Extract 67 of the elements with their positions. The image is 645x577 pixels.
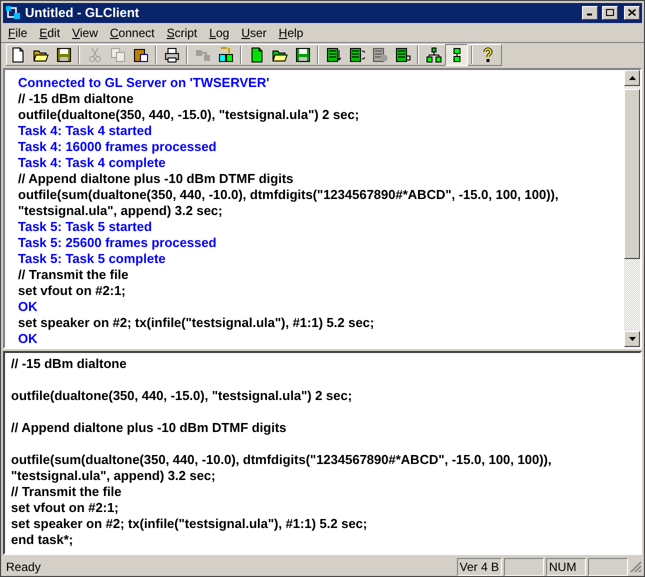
copy-icon xyxy=(110,46,126,63)
toolbar-button[interactable] xyxy=(445,44,468,66)
log-line: Task 4: Task 4 complete xyxy=(18,155,166,172)
log-line: Task 4: Task 4 started xyxy=(18,123,152,140)
status-pane xyxy=(504,558,544,576)
log-line: Task 4: 16000 frames processed xyxy=(18,139,216,156)
log-line: outfile(dualtone(350, 440, -15.0), "testsignal.ula") 2 sec; xyxy=(18,107,360,124)
log-line: // Append dialtone plus -10 dBm DTMF digits xyxy=(18,171,294,188)
status-pane: NUM xyxy=(546,558,586,576)
resize-grip-icon xyxy=(630,560,642,573)
log-line: // Transmit the file xyxy=(18,267,129,284)
minimize-button[interactable] xyxy=(582,6,598,20)
close-icon xyxy=(628,9,636,16)
editor-line: end task*; xyxy=(11,532,74,548)
status-pane xyxy=(588,558,628,576)
editor-line: // Append dialtone plus -10 dBm DTMF digits xyxy=(11,420,286,436)
log-line: "testsignal.ula", append) 3.2 sec; xyxy=(18,203,222,220)
scroll-thumb[interactable] xyxy=(624,89,640,260)
menu-item[interactable]: View xyxy=(66,24,104,42)
log-line: outfile(sum(dualtone(350, 440, -10.0), dtmfdigits("1234567890#*ABCD", -15.0, 100, 100)), xyxy=(18,187,558,204)
log-line: set speaker on #2; tx(infile("testsignal.ula"), #1:1) 5.2 sec; xyxy=(18,315,374,332)
log-line: Task 5: Task 5 started xyxy=(18,219,152,236)
log-line: Connected to GL Server on 'TWSERVER' xyxy=(18,75,270,92)
menu-item[interactable]: User xyxy=(235,24,273,42)
scissors-icon xyxy=(86,46,102,63)
close-button[interactable] xyxy=(624,6,640,20)
scroll-down-button[interactable] xyxy=(624,331,640,348)
connect-icon xyxy=(218,46,234,63)
menu-item[interactable]: Script xyxy=(160,24,204,42)
menu-item[interactable]: Help xyxy=(272,24,310,42)
status-message: Ready xyxy=(5,558,42,576)
document-icon xyxy=(248,46,264,63)
log-line: OK xyxy=(18,331,38,348)
list-page-icon xyxy=(326,46,342,63)
maximize-icon xyxy=(606,9,614,16)
log-line: OK xyxy=(18,299,38,316)
log-line: // -15 dBm dialtone xyxy=(18,91,134,108)
editor-line: // -15 dBm dialtone xyxy=(11,356,127,372)
menu-item[interactable]: Connect xyxy=(104,24,161,42)
script-editor[interactable] xyxy=(5,353,640,554)
status-pane: Ver 4 B xyxy=(456,558,502,576)
maximize-button[interactable] xyxy=(602,6,618,20)
scroll-up-button[interactable] xyxy=(624,70,640,86)
menu-item[interactable]: Edit xyxy=(33,24,66,42)
vertical-scrollbar[interactable] xyxy=(624,70,640,348)
list-page-icon xyxy=(348,46,364,63)
editor-line: outfile(dualtone(350, 440, -15.0), "testsignal.ula") 2 sec; xyxy=(11,388,352,404)
document-icon xyxy=(10,46,26,63)
menu-item[interactable]: Log xyxy=(203,24,236,42)
hierarchy-icon xyxy=(426,46,442,63)
log-line: set vfout on #2:1; xyxy=(18,283,126,300)
window-title: Untitled - GLClient xyxy=(25,4,140,22)
log-line: Task 5: 25600 frames processed xyxy=(18,235,216,252)
editor-line: outfile(sum(dualtone(350, 440, -10.0), dtmfdigits("1234567890#*ABCD", -15.0, 100, 100)), xyxy=(11,452,552,468)
printer-icon xyxy=(164,46,180,63)
clipboard-icon xyxy=(132,46,148,63)
log-line: Task 5: Task 5 complete xyxy=(18,251,166,268)
app-icon xyxy=(5,4,21,21)
editor-line: set vfout on #2:1; xyxy=(11,500,119,516)
list-page-icon xyxy=(394,46,410,63)
list-page-icon xyxy=(372,46,388,63)
editor-line: // Transmit the file xyxy=(11,484,122,500)
editor-line: "testsignal.ula", append) 3.2 sec; xyxy=(11,468,216,484)
editor-line: set speaker on #2; tx(infile("testsignal.ula"), #1:1) 5.2 sec; xyxy=(11,516,368,532)
down-arrow-icon xyxy=(628,337,636,342)
up-arrow-icon xyxy=(628,76,636,80)
menu-item[interactable]: File xyxy=(2,24,34,42)
